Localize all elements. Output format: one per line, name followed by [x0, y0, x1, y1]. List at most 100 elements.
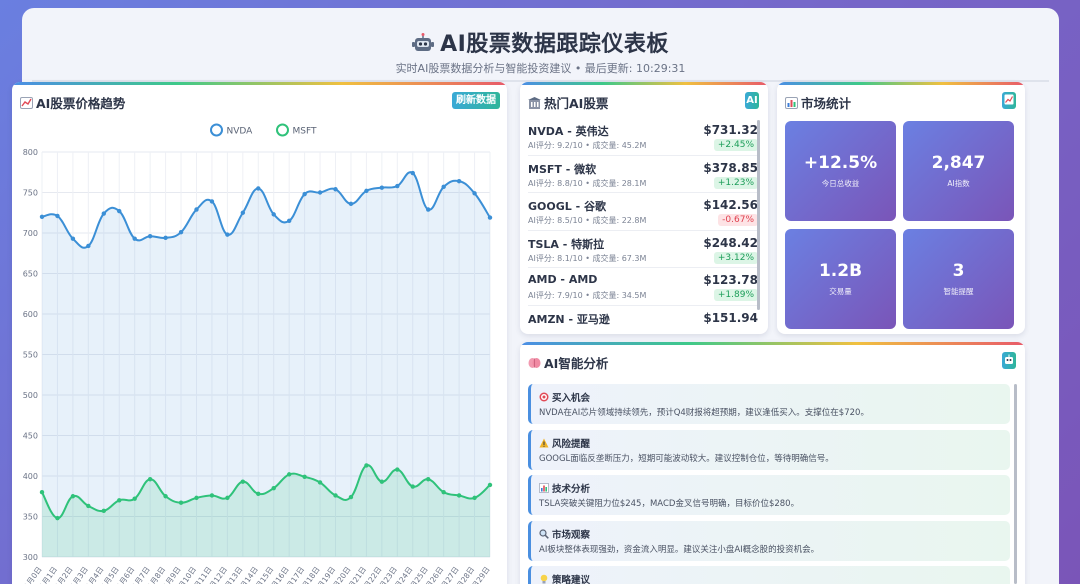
data-point: [101, 211, 106, 216]
ai-badge: AI: [745, 92, 759, 109]
bar-chart-icon: [785, 97, 798, 109]
stat-value: 1.2B: [818, 261, 863, 281]
stock-meta: AI评分: 8.1/10 • 成交量: 67.3M: [528, 253, 647, 263]
data-point: [472, 191, 477, 196]
data-point: [426, 477, 431, 482]
data-point: [225, 232, 230, 237]
stock-change-badge: +1.89%: [713, 289, 758, 301]
stat-label: 智能提醒: [943, 287, 974, 296]
analysis-card-title-text: AI智能分析: [544, 356, 609, 371]
data-point: [379, 479, 385, 484]
data-point: [348, 494, 354, 500]
data-point: [456, 493, 462, 498]
stock-row[interactable]: GOOGL - 谷歌 AI评分: 8.5/10 • 成交量: 22.8M $142.…: [528, 193, 758, 231]
refresh-data-button[interactable]: 刷新数据: [452, 92, 500, 109]
data-point: [317, 480, 323, 485]
data-point: [317, 190, 323, 195]
data-point: [286, 472, 292, 477]
legend-marker: [276, 123, 289, 137]
brain-icon: [528, 358, 541, 368]
data-point: [302, 474, 307, 480]
y-tick-label: 500: [23, 391, 38, 400]
hot-stocks-card: 热门AI股票 AI NVDA - 英伟达 AI评分: 9.2/10 • 成交量: …: [520, 82, 768, 334]
stock-name: NVDA - 英伟达: [528, 125, 609, 138]
data-point: [225, 495, 230, 501]
stat-label: AI指数: [947, 179, 970, 188]
building-icon: [528, 97, 541, 109]
analysis-list-scrollbar[interactable]: [1014, 384, 1017, 584]
stat-value: 2,847: [931, 153, 986, 173]
stock-row[interactable]: MSFT - 微软 AI评分: 8.8/10 • 成交量: 28.1M $378.8…: [528, 156, 758, 193]
stock-meta: AI评分: 8.5/10 • 成交量: 22.8M: [528, 216, 647, 225]
data-point: [132, 236, 137, 241]
robot-icon: [1005, 354, 1013, 364]
data-point: [410, 170, 415, 176]
stats-card-title-text: 市场统计: [801, 96, 852, 111]
analysis-item-title: 市场观察: [539, 527, 590, 541]
data-point: [487, 482, 493, 488]
data-point: [70, 236, 76, 241]
stock-price: $731.32: [703, 123, 758, 137]
stat-label: 交易量: [829, 287, 852, 296]
data-point: [39, 214, 45, 219]
robot-icon: [412, 33, 435, 51]
analysis-item-desc: NVDA在AI芯片领域持续领先，预计Q4财报将超预期，建议逢低买入。支撑位在$7…: [539, 408, 869, 418]
legend-label: MSFT: [293, 127, 317, 137]
data-point: [426, 207, 431, 212]
card-accent-bar: [12, 82, 507, 85]
stock-price: $151.94: [703, 310, 758, 325]
stock-row[interactable]: AMD - AMD AI评分: 7.9/10 • 成交量: 34.5M $123.7…: [528, 268, 758, 306]
stock-row[interactable]: NVDA - 英伟达 AI评分: 9.2/10 • 成交量: 45.2M $731.…: [528, 118, 758, 156]
robot-badge: [1002, 352, 1016, 369]
stock-list-scrollbar[interactable]: [757, 120, 760, 310]
legend-label: NVDA: [227, 127, 254, 137]
stats-card-title: 市场统计: [785, 93, 851, 112]
data-point: [487, 215, 493, 220]
stock-meta: AI评分: 9.2/10 • 成交量: 45.2M: [528, 141, 647, 150]
analysis-item[interactable]: 策略建议: [528, 566, 1010, 584]
trend-up-icon: [1004, 94, 1014, 105]
analysis-item[interactable]: 技术分析 TSLA突破关键阻力位$245，MACD金叉信号明确，目标价位$280。: [528, 475, 1010, 516]
data-point: [256, 491, 261, 497]
data-point: [178, 500, 184, 505]
analysis-item-title-text: 市场观察: [552, 529, 591, 541]
y-tick-label: 650: [23, 270, 38, 279]
data-point: [163, 235, 168, 241]
data-point: [101, 508, 106, 514]
data-point: [256, 186, 261, 191]
stat-label: 今日总收益: [821, 179, 860, 188]
y-tick-label: 550: [23, 351, 38, 360]
analysis-item[interactable]: 风险提醒 GOOGL面临反垄断压力，短期可能波动较大。建议控制仓位，等待明确信号。: [528, 429, 1010, 470]
stock-name: GOOGL - 谷歌: [528, 200, 606, 213]
stock-list: NVDA - 英伟达 AI评分: 9.2/10 • 成交量: 45.2M $731.…: [528, 118, 758, 334]
data-point: [209, 493, 215, 498]
data-point: [364, 188, 369, 194]
stock-change-badge: -0.67%: [718, 214, 758, 226]
stock-row[interactable]: TSLA - 特斯拉 AI评分: 8.1/10 • 成交量: 67.3M $248.…: [528, 231, 758, 268]
stock-name: AMZN - 亚马逊: [528, 312, 610, 326]
analysis-item-title-text: 策略建议: [552, 575, 591, 584]
data-point: [395, 467, 400, 472]
stat-volume: 1.2B 交易量: [785, 229, 896, 329]
analysis-item[interactable]: 市场观察 AI板块整体表现强劲，资金流入明显。建议关注小盘AI概念股的投资机会。: [528, 520, 1010, 561]
trend-chart-icon: [20, 97, 33, 109]
data-point: [147, 234, 153, 239]
data-point: [441, 490, 446, 495]
analysis-item-title: 技术分析: [539, 481, 590, 495]
ai-analysis-card: AI智能分析 买入机会 NVDA在AI芯片领域持续领先，预计Q4财报将超预期，建议…: [520, 342, 1025, 584]
stocks-card-title-text: 热门AI股票: [544, 96, 609, 111]
page-title: AI股票数据跟踪仪表板: [22, 26, 1059, 58]
page-title-text: AI股票数据跟踪仪表板: [440, 32, 669, 57]
chart-card-title: AI股票价格趋势: [20, 93, 125, 112]
y-tick-label: 600: [23, 310, 38, 319]
card-accent-bar: [520, 342, 1025, 345]
stock-price: $248.42: [703, 235, 758, 250]
page-subtitle: 实时AI股票数据分析与智能投资建议 • 最后更新: 10:29:31: [395, 62, 686, 75]
data-point: [348, 201, 354, 207]
analysis-item-desc: AI板块整体表现强劲，资金流入明显。建议关注小盘AI概念股的投资机会。: [539, 544, 820, 555]
header: AI股票数据跟踪仪表板 实时AI股票数据分析与智能投资建议 • 最后更新: 10…: [22, 8, 1059, 88]
price-trend-card: AI股票价格趋势 刷新数据 NVDA MSFT 300 350 400 450 500 550…: [12, 82, 507, 584]
stock-row[interactable]: AMZN - 亚马逊 $151.94: [528, 306, 758, 335]
legend-marker: [210, 123, 223, 137]
analysis-item[interactable]: 买入机会 NVDA在AI芯片领域持续领先，预计Q4财报将超预期，建议逢低买入。支撑…: [528, 384, 1010, 424]
